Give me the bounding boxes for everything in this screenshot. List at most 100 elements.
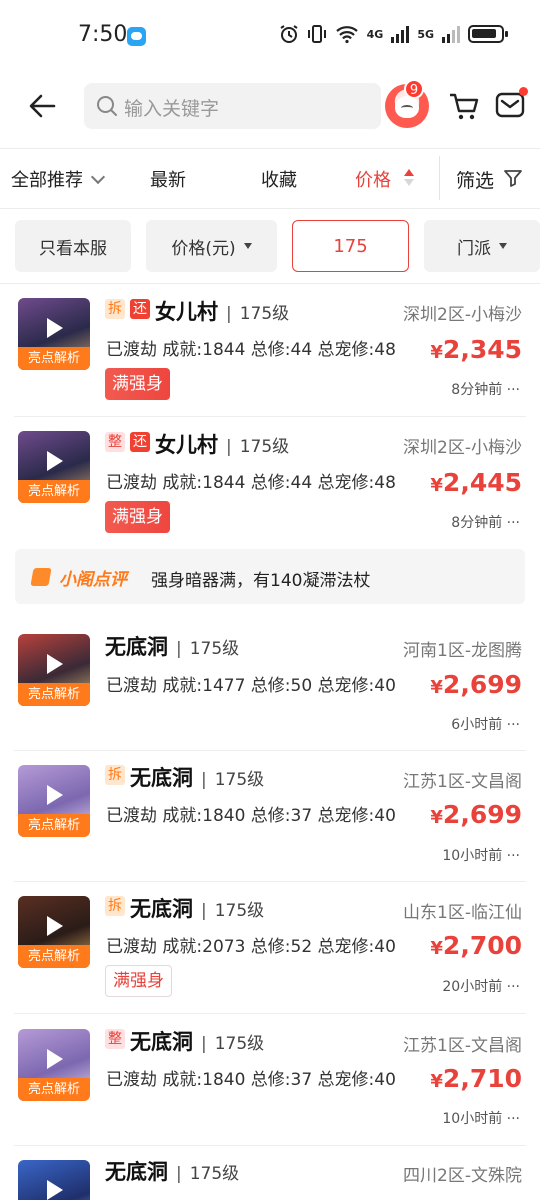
chevron-down-icon xyxy=(90,169,106,185)
listing-item[interactable]: 亮点解析 拆 还 女儿村 175级 深圳2区-小梅沙 已渡劫 成就:1844 总… xyxy=(0,284,540,416)
listing-item[interactable]: 亮点解析 整 还 女儿村 175级 深圳2区-小梅沙 已渡劫 成就:1844 总… xyxy=(0,417,540,549)
editor-review-banner[interactable]: 小阁点评 强身暗器满，有140凝滞法杖 xyxy=(15,549,525,604)
tag-zheng: 整 xyxy=(105,432,125,452)
mascot-avatar-button[interactable]: 9 xyxy=(385,79,429,128)
price: ¥2,700 xyxy=(430,931,522,960)
character-level: 175级 xyxy=(176,1159,239,1184)
character-stats: 已渡劫 成就:1840 总修:37 总宠修:40 xyxy=(106,1070,396,1090)
play-icon xyxy=(47,1180,63,1200)
listing-time[interactable]: 20小时前 ··· xyxy=(442,976,520,996)
sort-price[interactable]: 价格 xyxy=(355,166,391,192)
character-level: 175级 xyxy=(201,1029,264,1054)
price-value: 2,345 xyxy=(442,335,522,364)
sort-all-recommended[interactable]: 全部推荐 xyxy=(11,166,106,192)
character-thumbnail[interactable]: 亮点解析 xyxy=(18,1029,90,1101)
listing-item[interactable]: 亮点解析 无底洞 175级 河南1区-龙图腾 已渡劫 成就:1477 总修:50… xyxy=(0,618,540,750)
message-dot xyxy=(519,87,528,96)
listing-title: 无底洞 175级 xyxy=(105,631,239,661)
character-stats: 已渡劫 成就:1844 总修:44 总宠修:48 xyxy=(106,473,396,493)
character-thumbnail[interactable] xyxy=(18,1160,90,1200)
listing-item[interactable]: 亮点解析 整 无底洞 175级 江苏1区-文昌阁 已渡劫 成就:1840 总修:… xyxy=(0,1014,540,1145)
highlight-label: 亮点解析 xyxy=(18,347,90,370)
listing-title: 拆 无底洞 175级 xyxy=(105,893,264,923)
notification-badge: 9 xyxy=(404,79,424,99)
listing-time[interactable]: 10小时前 ··· xyxy=(442,845,520,865)
network-5g-label: 5G xyxy=(417,27,434,41)
price-value: 2,710 xyxy=(442,1064,522,1093)
price-currency: ¥ xyxy=(430,475,443,496)
character-thumbnail[interactable]: 亮点解析 xyxy=(18,896,90,968)
wifi-icon xyxy=(335,26,358,44)
listing-time[interactable]: 8分钟前 ··· xyxy=(451,379,520,399)
server-name: 深圳2区-小梅沙 xyxy=(403,305,522,325)
price-currency: ¥ xyxy=(430,677,443,698)
play-icon xyxy=(47,1049,63,1069)
review-text: 强身暗器满，有140凝滞法杖 xyxy=(151,571,371,591)
dropdown-triangle-icon xyxy=(243,243,252,249)
listing-time[interactable]: 8分钟前 ··· xyxy=(451,512,520,532)
character-level: 175级 xyxy=(226,432,289,457)
tag-zheng: 整 xyxy=(105,1029,125,1049)
tag-huan: 还 xyxy=(130,432,150,452)
play-icon xyxy=(47,318,63,338)
listing-item[interactable]: 无底洞 175级 四川2区-文殊院 xyxy=(0,1146,540,1200)
character-thumbnail[interactable]: 亮点解析 xyxy=(18,431,90,503)
chip-sect[interactable]: 门派 xyxy=(424,220,540,272)
character-thumbnail[interactable]: 亮点解析 xyxy=(18,634,90,706)
vibrate-icon xyxy=(307,25,326,43)
feature-badge: 满强身 xyxy=(105,501,170,533)
price-currency: ¥ xyxy=(430,1071,443,1092)
dropdown-triangle-icon xyxy=(499,243,507,249)
status-bar: 7:50 4G 5G xyxy=(0,0,540,72)
back-arrow-icon[interactable] xyxy=(26,90,58,122)
review-brand: 小阁点评 xyxy=(59,570,127,590)
sort-all-label: 全部推荐 xyxy=(11,170,83,191)
listing-title: 拆 还 女儿村 175级 xyxy=(105,296,289,326)
character-sect: 女儿村 xyxy=(155,433,218,457)
price: ¥2,699 xyxy=(430,800,522,829)
listing-item[interactable]: 亮点解析 拆 无底洞 175级 江苏1区-文昌阁 已渡劫 成就:1840 总修:… xyxy=(0,751,540,882)
search-input[interactable]: 输入关键字 xyxy=(84,83,381,129)
character-thumbnail[interactable]: 亮点解析 xyxy=(18,765,90,837)
filter-funnel-icon[interactable] xyxy=(503,168,523,188)
filter-button[interactable]: 筛选 xyxy=(456,166,494,193)
character-level: 175级 xyxy=(201,765,264,790)
tag-huan: 还 xyxy=(130,299,150,319)
character-level: 175级 xyxy=(226,299,289,324)
listing-title: 拆 无底洞 175级 xyxy=(105,762,264,792)
search-placeholder: 输入关键字 xyxy=(124,98,220,120)
search-header: 输入关键字 9 xyxy=(0,72,540,148)
chip-price-label: 价格(元) xyxy=(171,238,236,259)
highlight-label: 亮点解析 xyxy=(18,814,90,837)
review-icon xyxy=(30,568,52,586)
sort-favorites[interactable]: 收藏 xyxy=(261,166,297,192)
server-name: 山东1区-临江仙 xyxy=(403,903,522,923)
battery-icon xyxy=(468,25,508,43)
listing-item[interactable]: 亮点解析 拆 无底洞 175级 山东1区-临江仙 已渡劫 成就:2073 总修:… xyxy=(0,882,540,1013)
character-sect: 无底洞 xyxy=(105,1160,168,1184)
listing-title: 整 还 女儿村 175级 xyxy=(105,429,289,459)
server-name: 江苏1区-文昌阁 xyxy=(403,772,522,792)
tag-chai: 拆 xyxy=(105,765,125,785)
message-notification-icon xyxy=(127,27,146,46)
status-time: 7:50 xyxy=(78,22,128,47)
sort-latest[interactable]: 最新 xyxy=(150,166,186,192)
chip-own-server[interactable]: 只看本服 xyxy=(15,220,131,272)
listing-time[interactable]: 6小时前 ··· xyxy=(451,714,520,734)
character-thumbnail[interactable]: 亮点解析 xyxy=(18,298,90,370)
filter-chips: 只看本服 价格(元) 175 门派 xyxy=(0,220,540,272)
play-icon xyxy=(47,916,63,936)
status-icons: 4G 5G xyxy=(279,24,508,44)
character-stats: 已渡劫 成就:1840 总修:37 总宠修:40 xyxy=(106,806,396,826)
level-input[interactable]: 175 xyxy=(292,220,409,272)
character-sect: 女儿村 xyxy=(155,300,218,324)
chip-price[interactable]: 价格(元) xyxy=(146,220,277,272)
highlight-label: 亮点解析 xyxy=(18,480,90,503)
character-sect: 无底洞 xyxy=(105,635,168,659)
alarm-icon xyxy=(280,25,298,43)
cart-icon[interactable] xyxy=(448,91,480,121)
listing-time[interactable]: 10小时前 ··· xyxy=(442,1108,520,1128)
divider xyxy=(0,208,540,209)
character-stats: 已渡劫 成就:2073 总修:52 总宠修:40 xyxy=(106,937,396,957)
highlight-label: 亮点解析 xyxy=(18,1078,90,1101)
